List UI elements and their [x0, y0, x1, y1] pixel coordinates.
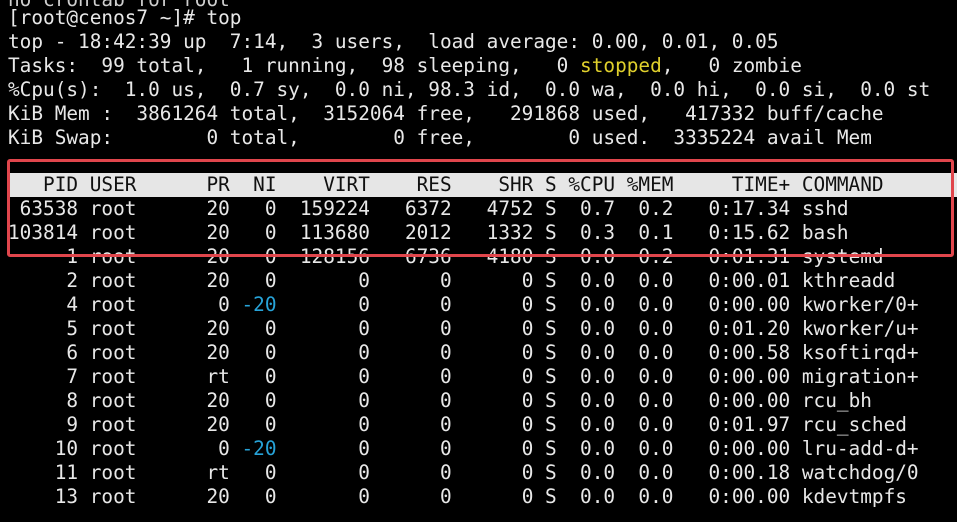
process-row-head: 5 root 20 [8, 317, 265, 340]
process-nice-value: 0 [264, 341, 277, 364]
tasks-text: Tasks: 99 total, 1 running, 98 sleeping,… [8, 54, 581, 77]
uptime-line: top - 18:42:39 up 7:14, 3 users, load av… [8, 30, 779, 53]
process-row-tail: 0 0 0 S 0.0 0.0 0:00.01 kthreadd [276, 269, 896, 292]
process-row: 10 root 0 -20 0 0 0 S 0.0 0.0 0:00.00 lr… [8, 437, 919, 461]
process-row-tail: 0 0 0 S 0.0 0.0 0:00.18 watchdog/0 [276, 461, 919, 484]
process-row-tail: 0 0 0 S 0.0 0.0 0:00.00 rcu_bh [276, 389, 872, 412]
process-row: 6 root 20 0 0 0 0 S 0.0 0.0 0:00.58 ksof… [8, 341, 919, 365]
process-nice-value: 0 [264, 413, 277, 436]
process-row-tail: 113680 2012 1332 S 0.3 0.1 0:15.62 bash [276, 221, 849, 244]
column-header: PID USER PR NI VIRT RES SHR S %CPU %MEM … [8, 173, 884, 196]
process-row: 7 root rt 0 0 0 0 S 0.0 0.0 0:00.00 migr… [8, 365, 919, 389]
process-row: 11 root rt 0 0 0 0 S 0.0 0.0 0:00.18 wat… [8, 461, 919, 485]
shell-prompt-line: [root@cenos7 ~]# top [8, 6, 242, 29]
terminal-window[interactable]: no crontab for root [root@cenos7 ~]# top… [0, 0, 957, 522]
process-row-head: 1 root 20 [8, 245, 265, 268]
process-row: 63538 root 20 0 159224 6372 4752 S 0.7 0… [8, 197, 849, 221]
process-nice-value: 0 [264, 485, 277, 508]
process-nice-value: 0 [264, 365, 277, 388]
process-row: 8 root 20 0 0 0 0 S 0.0 0.0 0:00.00 rcu_… [8, 389, 872, 413]
tasks-text-tail: , 0 zombie [661, 54, 802, 77]
process-row-tail: 0 0 0 S 0.0 0.0 0:00.00 kdevtmpfs [276, 485, 907, 508]
process-row-tail: 128156 6736 4180 S 0.0 0.2 0:01.31 syste… [276, 245, 884, 268]
process-row-tail: 159224 6372 4752 S 0.7 0.2 0:17.34 sshd [276, 197, 849, 220]
process-nice-value: 0 [264, 461, 277, 484]
process-row-tail: 0 0 0 S 0.0 0.0 0:00.58 ksoftirqd+ [276, 341, 919, 364]
process-row-head: 4 root 0 [8, 293, 242, 316]
process-row-head: 63538 root 20 [8, 197, 265, 220]
process-nice-value: 0 [264, 221, 277, 244]
process-row-head: 2 root 20 [8, 269, 265, 292]
process-row-head: 7 root rt [8, 365, 265, 388]
process-row-head: 10 root 0 [8, 437, 242, 460]
process-row-head: 9 root 20 [8, 413, 265, 436]
process-row: 103814 root 20 0 113680 2012 1332 S 0.3 … [8, 221, 849, 245]
process-row: 4 root 0 -20 0 0 0 S 0.0 0.0 0:00.00 kwo… [8, 293, 919, 317]
process-row-tail: 0 0 0 S 0.0 0.0 0:00.00 migration+ [276, 365, 919, 388]
process-row-head: 103814 root 20 [8, 221, 265, 244]
stopped-label: stopped [580, 54, 662, 77]
process-row-head: 8 root 20 [8, 389, 265, 412]
process-row-tail: 0 0 0 S 0.0 0.0 0:00.00 lru-add-d+ [276, 437, 919, 460]
swap-line: KiB Swap: 0 total, 0 free, 0 used. 33352… [8, 126, 872, 149]
process-nice-value: 0 [264, 269, 277, 292]
process-row-head: 11 root rt [8, 461, 265, 484]
process-row-tail: 0 0 0 S 0.0 0.0 0:01.97 rcu_sched [276, 413, 907, 436]
cpu-line: %Cpu(s): 1.0 us, 0.7 sy, 0.0 ni, 98.3 id… [8, 78, 931, 101]
process-row: 9 root 20 0 0 0 0 S 0.0 0.0 0:01.97 rcu_… [8, 413, 907, 437]
process-nice-value: 0 [264, 245, 277, 268]
process-row-head: 6 root 20 [8, 341, 265, 364]
mem-line: KiB Mem : 3861264 total, 3152064 free, 2… [8, 102, 884, 125]
process-nice-value: -20 [241, 437, 277, 460]
process-nice-value: 0 [264, 317, 277, 340]
process-row: 2 root 20 0 0 0 0 S 0.0 0.0 0:00.01 kthr… [8, 269, 895, 293]
process-row: 5 root 20 0 0 0 0 S 0.0 0.0 0:01.20 kwor… [8, 317, 919, 341]
process-row-tail: 0 0 0 S 0.0 0.0 0:01.20 kworker/u+ [276, 317, 919, 340]
process-nice-value: 0 [264, 197, 277, 220]
tasks-line: Tasks: 99 total, 1 running, 98 sleeping,… [8, 54, 802, 78]
process-row: 13 root 20 0 0 0 0 S 0.0 0.0 0:00.00 kde… [8, 485, 907, 509]
process-nice-value: -20 [241, 293, 277, 316]
process-nice-value: 0 [264, 389, 277, 412]
process-row-head: 13 root 20 [8, 485, 265, 508]
process-row-tail: 0 0 0 S 0.0 0.0 0:00.00 kworker/0+ [276, 293, 919, 316]
process-row: 1 root 20 0 128156 6736 4180 S 0.0 0.2 0… [8, 245, 884, 269]
